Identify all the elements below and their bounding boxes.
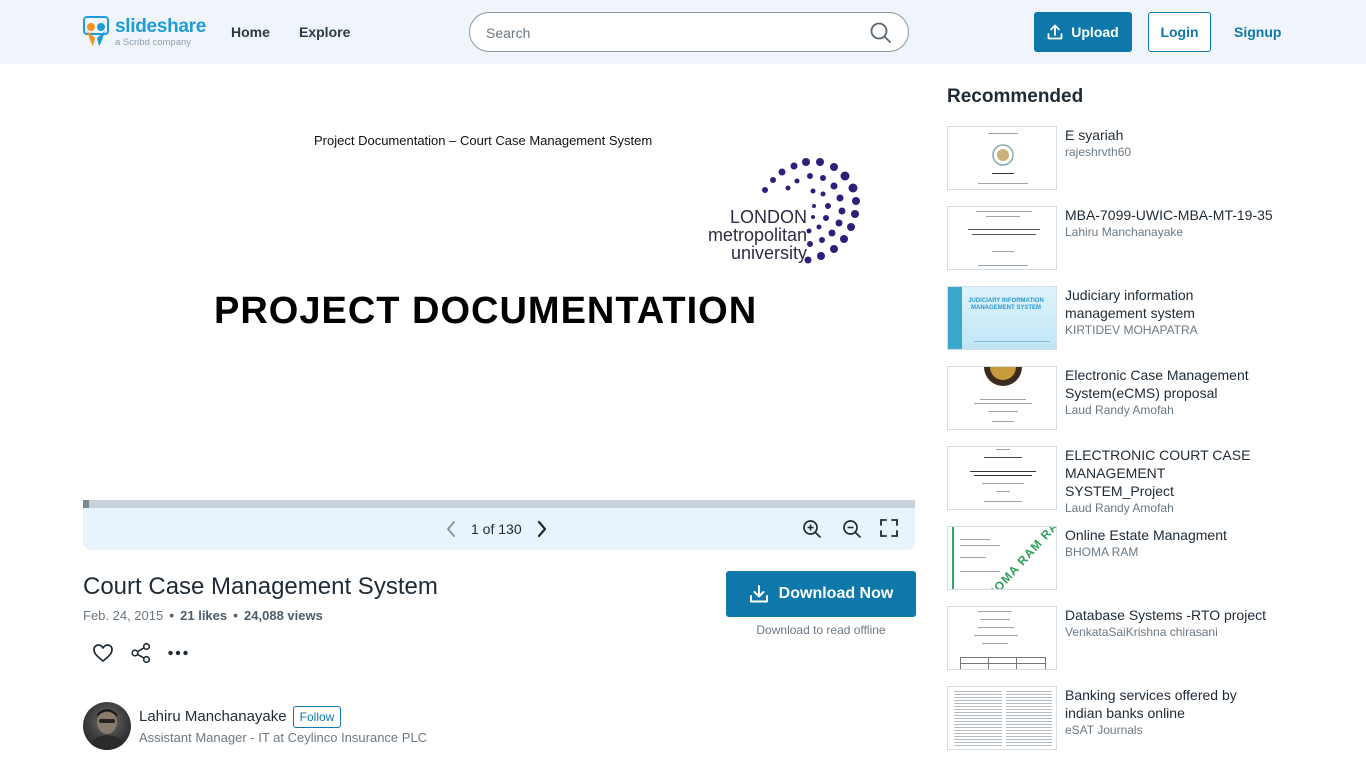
- recommended-thumbnail-text: JUDICIARY INFORMATION MANAGEMENT SYSTEM: [968, 298, 1044, 311]
- university-logo-line-1: LONDON: [729, 207, 807, 227]
- zoom-out-icon[interactable]: [842, 519, 862, 539]
- recommended-author: Laud Randy Amofah: [1065, 403, 1174, 417]
- recommended-title: Electronic Case Management System(eCMS) …: [1065, 367, 1249, 401]
- university-logo-wordmark: LONDON metropolitan university: [693, 208, 807, 262]
- slide-headline: PROJECT DOCUMENTATION: [214, 290, 758, 332]
- chevron-left-icon[interactable]: [445, 520, 457, 538]
- recommended-item[interactable]: Banking services offered by indian banks…: [947, 686, 1277, 750]
- signup-link[interactable]: Signup: [1234, 24, 1281, 40]
- author-name[interactable]: Lahiru Manchanayake: [139, 708, 287, 725]
- slideshare-logo-icon: [83, 16, 109, 46]
- author-avatar-image: [89, 709, 125, 750]
- slideshare-logo[interactable]: slideshare a Scribd company: [83, 16, 206, 48]
- recommended-thumbnail: [947, 606, 1057, 670]
- search-icon[interactable]: [870, 22, 892, 44]
- recommended-title: ELECTRONIC COURT CASE MANAGEMENT SYSTEM_…: [1065, 447, 1251, 499]
- recommended-thumbnail: [947, 686, 1057, 750]
- recommended-thumbnail-text: BHOMA RAM RAR: [978, 526, 1057, 590]
- recommended-title: E syariah: [1065, 127, 1124, 143]
- recommended-item-text: MBA-7099-UWIC-MBA-MT-19-35 Lahiru Mancha…: [1065, 206, 1275, 240]
- upload-label: Upload: [1071, 24, 1119, 40]
- meta-separator: •: [233, 607, 239, 623]
- slide-viewer[interactable]: Project Documentation – Court Case Manag…: [83, 64, 915, 500]
- recommended-author: Laud Randy Amofah: [1065, 501, 1174, 515]
- slide-subtitle: Project Documentation – Court Case Manag…: [314, 133, 653, 148]
- recommended-author: KIRTIDEV MOHAPATRA: [1065, 323, 1198, 337]
- download-now-button[interactable]: Download Now: [726, 571, 916, 617]
- recommended-item-text: Online Estate Managment BHOMA RAM: [1065, 526, 1275, 560]
- recommended-item[interactable]: ELECTRONIC COURT CASE MANAGEMENT SYSTEM_…: [947, 446, 1277, 515]
- recommended-thumbnail: [947, 206, 1057, 270]
- university-logo-line-2: metropolitan: [707, 225, 807, 245]
- recommended-thumbnail: [947, 446, 1057, 510]
- download-subtext: Download to read offline: [756, 623, 886, 637]
- recommended-author: rajeshrvth60: [1065, 145, 1132, 159]
- search-input[interactable]: [486, 22, 866, 44]
- recommended-title: Banking services offered by indian banks…: [1065, 687, 1237, 721]
- recommended-heading: Recommended: [947, 86, 1084, 107]
- recommended-item[interactable]: JUDICIARY INFORMATION MANAGEMENT SYSTEM …: [947, 286, 1277, 350]
- zoom-in-icon[interactable]: [802, 519, 822, 539]
- recommended-item[interactable]: E syariah rajeshrvth60: [947, 126, 1277, 190]
- nav-home-link[interactable]: Home: [231, 24, 270, 40]
- meta-separator: •: [169, 607, 175, 623]
- slide-progress-bar[interactable]: [83, 500, 915, 508]
- recommended-item[interactable]: Electronic Case Management System(eCMS) …: [947, 366, 1277, 430]
- fullscreen-icon[interactable]: [880, 519, 898, 537]
- recommended-thumbnail: BHOMA RAM RAR: [947, 526, 1057, 590]
- viewer-control-bar: 1 of 130: [83, 508, 915, 550]
- nav-explore-link[interactable]: Explore: [299, 24, 350, 40]
- login-button[interactable]: Login: [1148, 12, 1211, 52]
- recommended-thumbnail: JUDICIARY INFORMATION MANAGEMENT SYSTEM: [947, 286, 1057, 350]
- logo-tagline: a Scribd company: [115, 37, 192, 48]
- recommended-author: VenkataSaiKrishna chirasani: [1065, 625, 1218, 639]
- seal-icon: [992, 144, 1014, 166]
- recommended-title: Online Estate Managment: [1065, 527, 1227, 543]
- views-count: 24,088 views: [244, 607, 323, 623]
- recommended-item-text: Electronic Case Management System(eCMS) …: [1065, 366, 1275, 418]
- logo-wordmark: slideshare: [115, 16, 206, 37]
- document-title: Court Case Management System: [83, 573, 438, 600]
- heart-icon[interactable]: [92, 642, 114, 664]
- university-crest-icon: [984, 367, 1022, 386]
- recommended-item[interactable]: BHOMA RAM RAR Online Estate Managment BH…: [947, 526, 1277, 590]
- recommended-thumbnail: [947, 366, 1057, 430]
- author-role: Assistant Manager - IT at Ceylinco Insur…: [139, 730, 428, 745]
- more-icon[interactable]: [167, 642, 189, 664]
- top-navigation-bar: slideshare a Scribd company Home Explore…: [0, 0, 1366, 64]
- upload-button[interactable]: Upload: [1034, 12, 1132, 52]
- share-icon[interactable]: [130, 642, 152, 664]
- author-avatar[interactable]: [83, 702, 131, 750]
- recommended-title: MBA-7099-UWIC-MBA-MT-19-35: [1065, 207, 1273, 223]
- recommended-item-text: Database Systems -RTO project VenkataSai…: [1065, 606, 1275, 640]
- recommended-item-text: Banking services offered by indian banks…: [1065, 686, 1275, 738]
- recommended-author: eSAT Journals: [1065, 723, 1143, 737]
- upload-icon: [1047, 24, 1063, 40]
- recommended-item-text: Judiciary information management system …: [1065, 286, 1275, 338]
- recommended-author: Lahiru Manchanayake: [1065, 225, 1184, 239]
- document-meta: Feb. 24, 2015 • 21 likes • 24,088 views: [83, 607, 323, 623]
- search-box[interactable]: [469, 12, 909, 52]
- recommended-title: Judiciary information management system: [1065, 287, 1195, 321]
- page-indicator: 1 of 130: [471, 521, 522, 537]
- recommended-item[interactable]: MBA-7099-UWIC-MBA-MT-19-35 Lahiru Mancha…: [947, 206, 1277, 270]
- publish-date: Feb. 24, 2015: [83, 607, 164, 623]
- university-logo-line-3: university: [730, 243, 807, 263]
- recommended-thumbnail: [947, 126, 1057, 190]
- recommended-item-text: ELECTRONIC COURT CASE MANAGEMENT SYSTEM_…: [1065, 446, 1275, 516]
- recommended-item-text: E syariah rajeshrvth60: [1065, 126, 1275, 160]
- recommended-title: Database Systems -RTO project: [1065, 607, 1267, 623]
- download-icon: [749, 585, 768, 603]
- download-label: Download Now: [778, 585, 894, 602]
- recommended-item[interactable]: Database Systems -RTO project VenkataSai…: [947, 606, 1277, 670]
- slide-progress-fill: [83, 500, 90, 508]
- slide-pager: 1 of 130: [445, 518, 548, 540]
- university-logo: LONDON metropolitan university: [693, 156, 873, 271]
- likes-count: 21 likes: [180, 607, 228, 623]
- follow-button[interactable]: Follow: [293, 706, 341, 728]
- recommended-author: BHOMA RAM: [1065, 545, 1139, 559]
- chevron-right-icon[interactable]: [536, 520, 548, 538]
